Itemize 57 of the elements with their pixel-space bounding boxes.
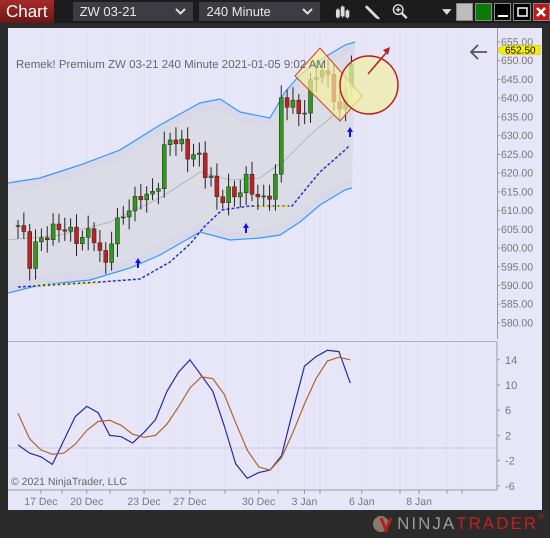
caret-icon [302, 8, 314, 15]
axis-label: 580.00 [501, 317, 534, 330]
axis-label: 585.00 [501, 298, 534, 311]
instrument-dropdown[interactable]: ZW 03-21 [72, 2, 194, 21]
axis-label: 640.00 [501, 92, 534, 105]
zoom-icon[interactable] [392, 3, 408, 20]
axis-label: 615.00 [501, 186, 534, 198]
back-arrow-icon[interactable] [470, 44, 488, 60]
axis-label: 10 [505, 380, 518, 392]
axis-label: 590.00 [501, 280, 534, 292]
axis-label: 17 Dec [24, 496, 58, 508]
close-icon [536, 6, 546, 16]
price-label: 652.50 [496, 45, 540, 56]
brand-logo: NINJATRADER® [397, 511, 546, 536]
logo-icon [372, 515, 394, 533]
axis-label: 14 [505, 354, 518, 367]
axis-label: 2 [505, 430, 512, 442]
copyright-text: © 2021 NinjaTrader, LLC [11, 476, 127, 488]
candlestick-icon[interactable] [335, 4, 351, 20]
pencil-icon[interactable] [364, 4, 380, 20]
minimize-icon [498, 14, 508, 16]
axis-label: 650.00 [501, 55, 534, 68]
caret-icon[interactable] [442, 8, 452, 14]
arrow-annotation [367, 47, 390, 74]
axis-label: 600.00 [501, 242, 534, 255]
axis-label: 6 [505, 405, 512, 418]
axis-label: 630.00 [501, 130, 534, 142]
axis-label: 20 Dec [70, 496, 104, 508]
caret-icon [175, 8, 186, 15]
axis-label: 620.00 [501, 168, 534, 180]
chart-header: Remek! Premium ZW 03-21 240 Minute 2021-01-05 9:02 AM [16, 59, 326, 71]
axis-label: 610.00 [501, 205, 534, 218]
link-button[interactable] [474, 2, 492, 20]
axis-label: 30 Dec [242, 496, 276, 508]
axis-label: 645.00 [501, 74, 534, 86]
signal-arrow-icon [243, 223, 249, 233]
options-button[interactable] [456, 2, 473, 20]
axis-label: 23 Dec [127, 496, 161, 508]
axis-label: -6 [505, 480, 515, 493]
axis-label: -2 [505, 456, 515, 468]
axis-label: 27 Dec [173, 496, 207, 508]
minimize-button[interactable] [494, 2, 512, 20]
circle-annotation [339, 55, 399, 115]
close-button[interactable] [532, 2, 550, 20]
axis-label: 625.00 [501, 148, 534, 161]
maximize-button[interactable] [513, 2, 531, 20]
signal-arrow-icon [347, 127, 353, 137]
axis-label: 595.00 [501, 261, 534, 274]
axis-label: 3 Jan [292, 496, 318, 508]
axis-label: 6 Jan [348, 496, 375, 508]
window-title: Chart [0, 0, 54, 23]
axis-label: 8 Jan [406, 496, 432, 508]
interval-dropdown[interactable]: 240 Minute [199, 2, 320, 21]
axis-label: 635.00 [501, 111, 534, 124]
maximize-icon [516, 6, 528, 16]
axis-label: 605.00 [501, 224, 534, 236]
signal-arrow-icon [135, 258, 141, 268]
